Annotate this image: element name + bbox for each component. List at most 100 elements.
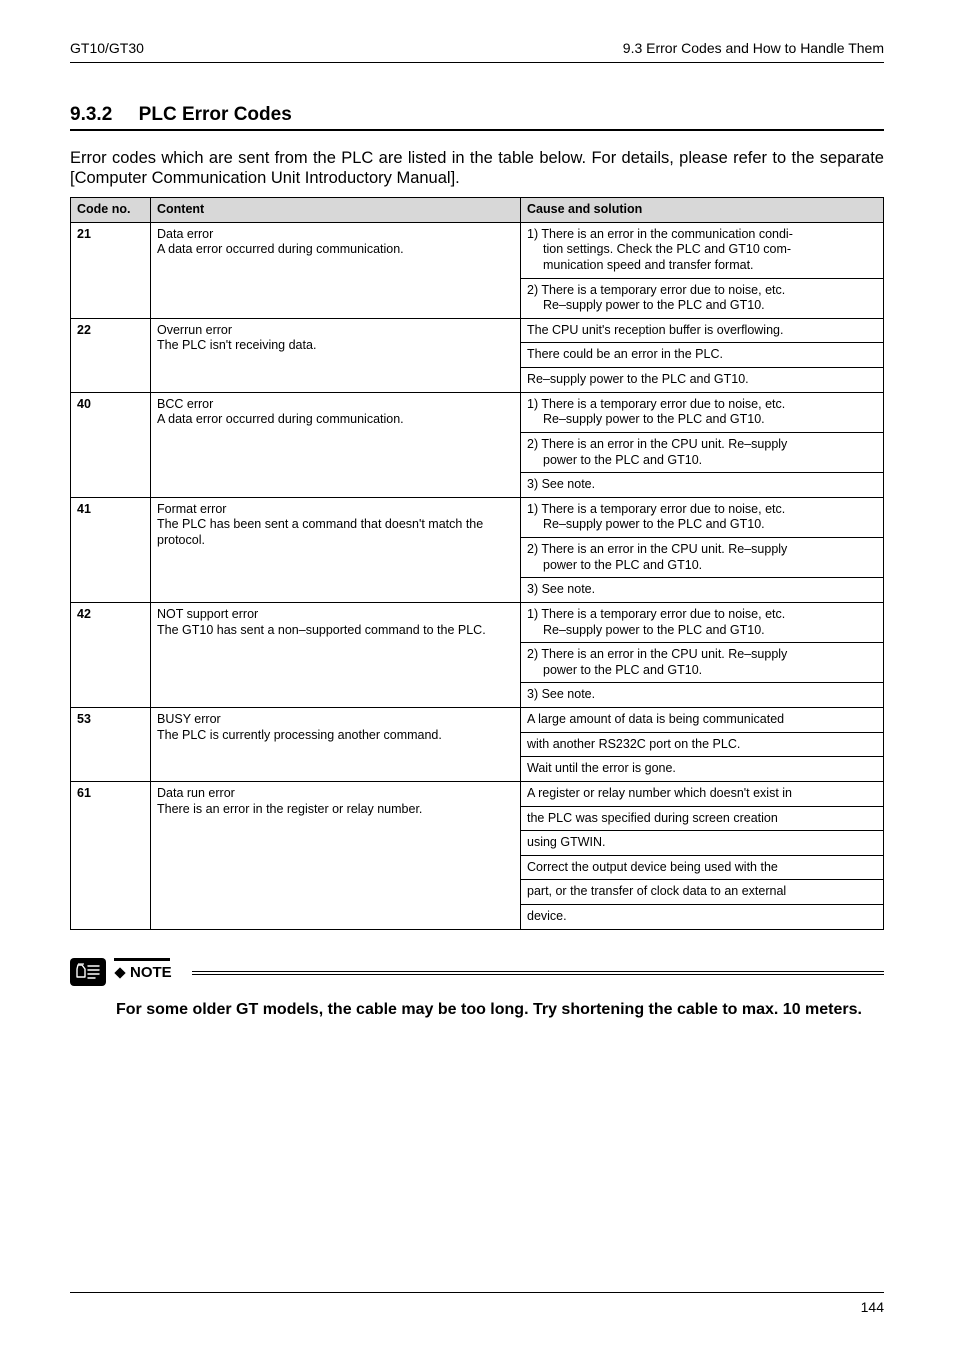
content-cell: BUSY errorThe PLC is currently processin…: [151, 708, 521, 782]
table-row: 61Data run errorThere is an error in the…: [71, 781, 884, 806]
code-cell: 22: [71, 318, 151, 392]
solution-cell: device.: [521, 905, 884, 930]
solution-line: using GTWIN.: [527, 835, 877, 851]
header-rule: [70, 62, 884, 63]
th-cause: Cause and solution: [521, 198, 884, 223]
solution-cell: A large amount of data is being communic…: [521, 708, 884, 733]
table-header-row: Code no. Content Cause and solution: [71, 198, 884, 223]
error-codes-table: Code no. Content Cause and solution 21Da…: [70, 197, 884, 930]
content-body: The PLC has been sent a command that doe…: [157, 517, 514, 548]
solution-cell: A register or relay number which doesn't…: [521, 781, 884, 806]
content-title: Data error: [157, 227, 514, 243]
note-block: NOTE: [70, 958, 884, 986]
solution-line: munication speed and transfer format.: [527, 258, 877, 274]
content-title: BUSY error: [157, 712, 514, 728]
solution-line: A large amount of data is being communic…: [527, 712, 877, 728]
content-body: The GT10 has sent a non–supported comman…: [157, 623, 514, 639]
content-body: A data error occurred during communicati…: [157, 412, 514, 428]
solution-cell: 2) There is an error in the CPU unit. Re…: [521, 643, 884, 683]
note-icon: [70, 958, 106, 986]
content-title: Overrun error: [157, 323, 514, 339]
solution-line: power to the PLC and GT10.: [527, 453, 877, 469]
intro-paragraph: Error codes which are sent from the PLC …: [70, 148, 884, 189]
solution-cell: Correct the output device being used wit…: [521, 855, 884, 880]
content-title: Data run error: [157, 786, 514, 802]
solution-cell: 3) See note.: [521, 578, 884, 603]
th-code: Code no.: [71, 198, 151, 223]
section-title-text: PLC Error Codes: [139, 104, 292, 125]
solution-cell: using GTWIN.: [521, 831, 884, 856]
header-left: GT10/GT30: [70, 40, 144, 58]
solution-cell: with another RS232C port on the PLC.: [521, 732, 884, 757]
content-cell: Overrun errorThe PLC isn't receiving dat…: [151, 318, 521, 392]
header-right: 9.3 Error Codes and How to Handle Them: [623, 40, 884, 58]
code-cell: 21: [71, 222, 151, 318]
solution-line: 1) There is a temporary error due to noi…: [527, 397, 877, 413]
table-row: 53BUSY errorThe PLC is currently process…: [71, 708, 884, 733]
section-rule: [70, 129, 884, 131]
solution-line: power to the PLC and GT10.: [527, 558, 877, 574]
content-cell: BCC errorA data error occurred during co…: [151, 392, 521, 497]
solution-cell: 1) There is a temporary error due to noi…: [521, 497, 884, 537]
code-cell: 41: [71, 497, 151, 602]
th-content: Content: [151, 198, 521, 223]
footer-rule: [70, 1292, 884, 1293]
page-footer: 144: [70, 1292, 884, 1317]
solution-cell: 2) There is an error in the CPU unit. Re…: [521, 538, 884, 578]
solution-cell: 1) There is a temporary error due to noi…: [521, 602, 884, 642]
solution-line: 1) There is an error in the communicatio…: [527, 227, 877, 243]
note-top-bar: [114, 958, 170, 961]
section-heading: 9.3.2 PLC Error Codes: [70, 103, 884, 127]
solution-cell: Wait until the error is gone.: [521, 757, 884, 782]
content-cell: Format errorThe PLC has been sent a comm…: [151, 497, 521, 602]
solution-line: 2) There is an error in the CPU unit. Re…: [527, 437, 877, 453]
content-cell: Data errorA data error occurred during c…: [151, 222, 521, 318]
content-cell: NOT support errorThe GT10 has sent a non…: [151, 602, 521, 707]
note-label-row: NOTE: [114, 964, 884, 983]
solution-cell: part, or the transfer of clock data to a…: [521, 880, 884, 905]
code-cell: 42: [71, 602, 151, 707]
solution-line: 3) See note.: [527, 687, 877, 703]
solution-line: 1) There is a temporary error due to noi…: [527, 502, 877, 518]
content-title: BCC error: [157, 397, 514, 413]
solution-cell: 3) See note.: [521, 683, 884, 708]
solution-line: 2) There is a temporary error due to noi…: [527, 283, 877, 299]
solution-line: Re–supply power to the PLC and GT10.: [527, 372, 877, 388]
solution-cell: There could be an error in the PLC.: [521, 343, 884, 368]
page-header: GT10/GT30 9.3 Error Codes and How to Han…: [70, 40, 884, 58]
solution-cell: 1) There is an error in the communicatio…: [521, 222, 884, 278]
solution-line: part, or the transfer of clock data to a…: [527, 884, 877, 900]
solution-line: 3) See note.: [527, 477, 877, 493]
solution-line: power to the PLC and GT10.: [527, 663, 877, 679]
solution-cell: 1) There is a temporary error due to noi…: [521, 392, 884, 432]
solution-line: The CPU unit's reception buffer is overf…: [527, 323, 877, 339]
solution-cell: 2) There is an error in the CPU unit. Re…: [521, 432, 884, 472]
table-row: 22Overrun errorThe PLC isn't receiving d…: [71, 318, 884, 343]
content-cell: Data run errorThere is an error in the r…: [151, 781, 521, 929]
solution-cell: 2) There is a temporary error due to noi…: [521, 278, 884, 318]
note-label: NOTE: [130, 964, 172, 983]
content-title: Format error: [157, 502, 514, 518]
solution-line: Re–supply power to the PLC and GT10.: [527, 517, 877, 533]
solution-cell: Re–supply power to the PLC and GT10.: [521, 368, 884, 393]
solution-line: A register or relay number which doesn't…: [527, 786, 877, 802]
solution-line: device.: [527, 909, 877, 925]
content-body: There is an error in the register or rel…: [157, 802, 514, 818]
section-number: 9.3.2: [70, 104, 112, 125]
table-row: 40BCC errorA data error occurred during …: [71, 392, 884, 432]
code-cell: 40: [71, 392, 151, 497]
solution-cell: The CPU unit's reception buffer is overf…: [521, 318, 884, 343]
solution-line: Wait until the error is gone.: [527, 761, 877, 777]
note-diamond-icon: [114, 967, 125, 978]
note-text: For some older GT models, the cable may …: [70, 1000, 884, 1021]
solution-line: Re–supply power to the PLC and GT10.: [527, 412, 877, 428]
solution-line: Re–supply power to the PLC and GT10.: [527, 298, 877, 314]
code-cell: 53: [71, 708, 151, 782]
note-underline: [192, 971, 884, 975]
note-label-wrap: NOTE: [114, 958, 884, 983]
solution-line: 1) There is a temporary error due to noi…: [527, 607, 877, 623]
page: GT10/GT30 9.3 Error Codes and How to Han…: [0, 0, 954, 1346]
solution-line: tion settings. Check the PLC and GT10 co…: [527, 242, 877, 258]
content-body: A data error occurred during communicati…: [157, 242, 514, 258]
solution-line: Correct the output device being used wit…: [527, 860, 877, 876]
